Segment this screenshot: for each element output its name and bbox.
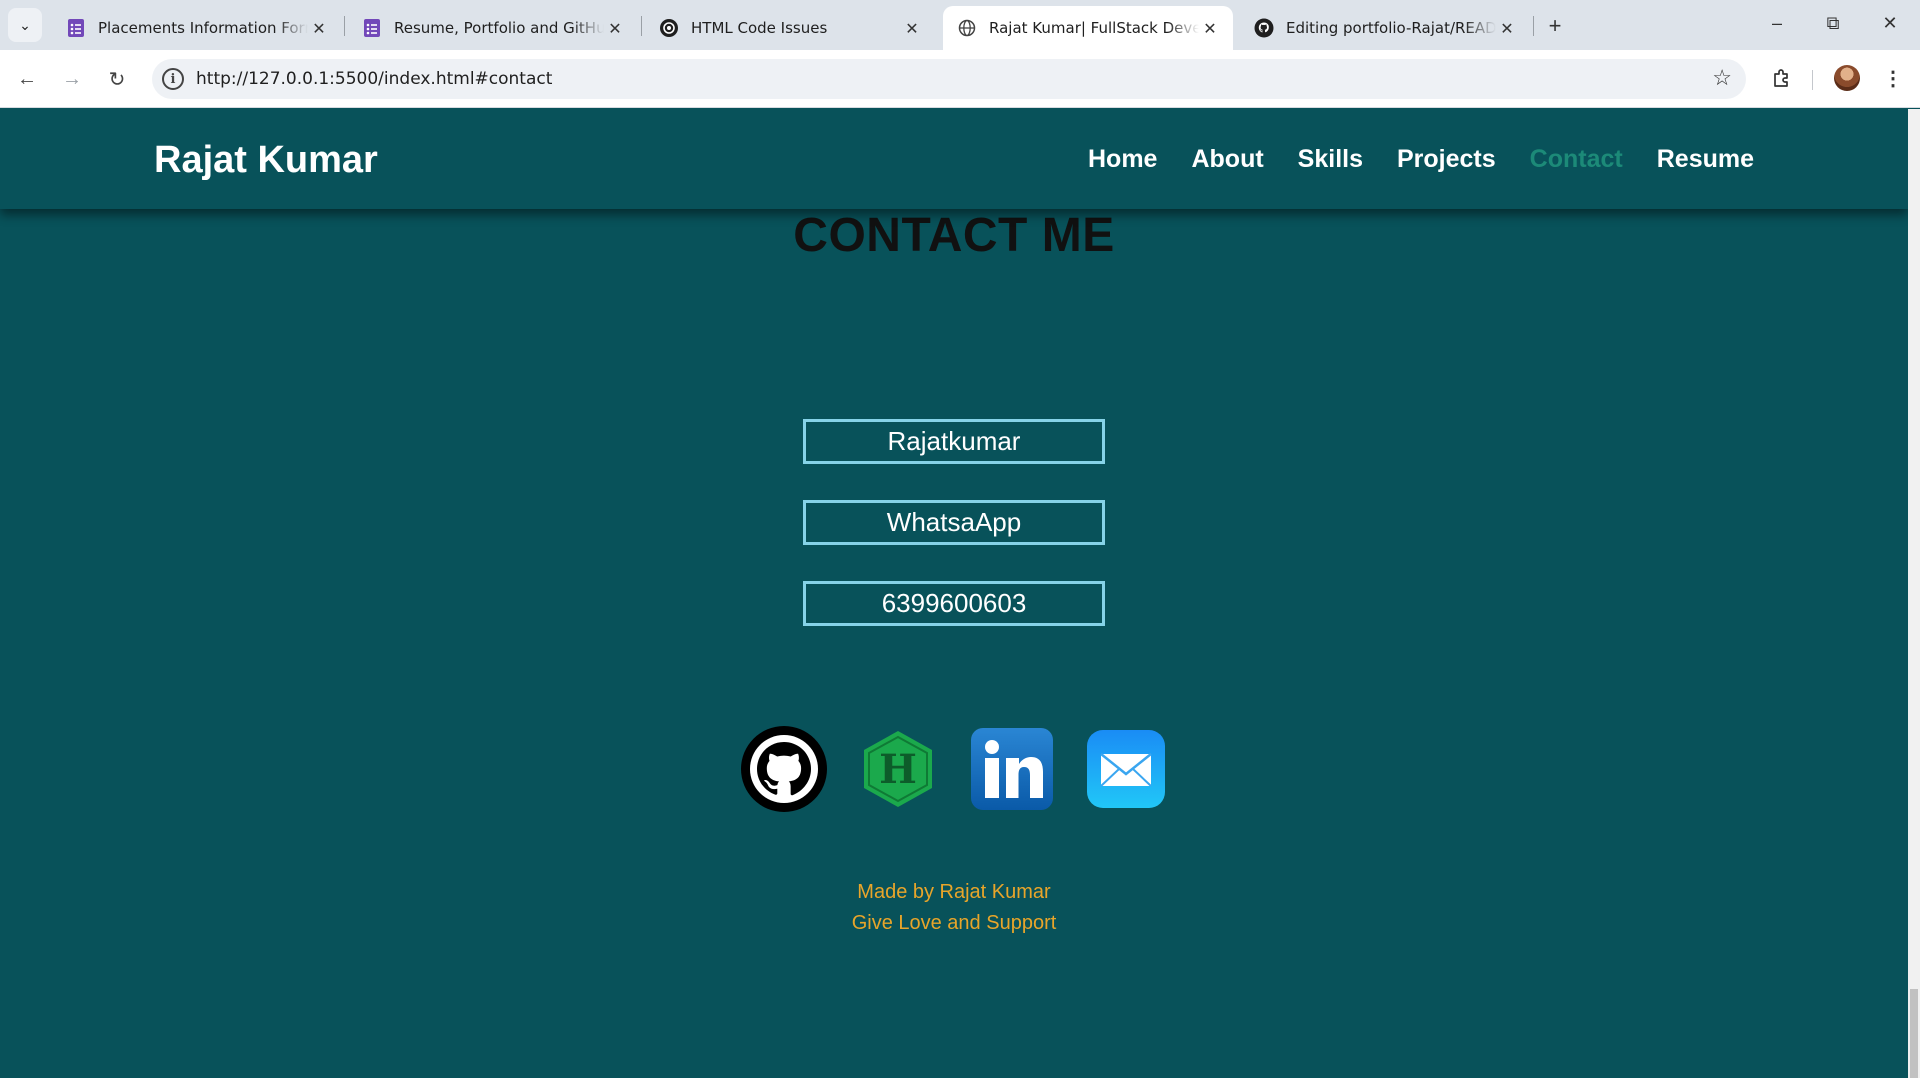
tab-html-code-issues[interactable]: HTML Code Issues ✕: [645, 6, 935, 50]
footer-tagline: Give Love and Support: [851, 912, 1057, 934]
nav-home[interactable]: Home: [1088, 145, 1157, 174]
tab-search-button[interactable]: ⌄: [8, 8, 42, 42]
reload-icon: ↻: [108, 68, 126, 91]
nav-contact[interactable]: Contact: [1530, 145, 1623, 174]
back-button[interactable]: ←: [10, 62, 44, 96]
chevron-down-icon: ⌄: [19, 16, 31, 33]
tab-title: Editing portfolio-Rajat/README.md: [1286, 19, 1496, 37]
tab-title: Resume, Portfolio and GitHub: [394, 19, 604, 37]
arrow-left-icon: ←: [17, 67, 37, 90]
site-info-icon[interactable]: i: [162, 68, 184, 90]
github-icon: [1254, 18, 1274, 38]
globe-icon: [957, 18, 977, 38]
tab-title: Rajat Kumar| FullStack Developer: [989, 19, 1199, 37]
contact-whatsapp-box[interactable]: WhatsaApp: [803, 500, 1105, 545]
minimize-button[interactable]: –: [1762, 8, 1792, 38]
social-links: H: [740, 725, 1170, 813]
mail-icon[interactable]: [1082, 725, 1170, 813]
github-icon[interactable]: [740, 725, 828, 813]
footer-credit: Made by Rajat Kumar: [857, 881, 1051, 903]
arrow-right-icon: →: [62, 67, 82, 90]
footer: Made by Rajat Kumar Give Love and Suppor…: [0, 877, 1908, 939]
google-forms-icon: [66, 18, 86, 38]
more-menu-icon[interactable]: ⋮: [1880, 63, 1906, 93]
contact-fields: Rajatkumar WhatsaApp 6399600603: [803, 419, 1105, 662]
site-header: Rajat Kumar Home About Skills Projects C…: [0, 109, 1908, 209]
tab-separator: [641, 16, 642, 36]
tab-placements-form[interactable]: Placements Information Form - ✕: [52, 6, 342, 50]
tab-portfolio-active[interactable]: Rajat Kumar| FullStack Developer ✕: [943, 6, 1233, 50]
hackerrank-icon[interactable]: H: [854, 725, 942, 813]
close-icon[interactable]: ✕: [901, 17, 923, 39]
chatgpt-icon: [659, 18, 679, 38]
nav-about[interactable]: About: [1191, 145, 1263, 174]
tab-title: HTML Code Issues: [691, 19, 828, 37]
url-text[interactable]: http://127.0.0.1:5500/index.html#contact: [196, 69, 552, 89]
tab-title: Placements Information Form -: [98, 19, 308, 37]
close-icon[interactable]: ✕: [604, 17, 626, 39]
nav-projects[interactable]: Projects: [1397, 145, 1496, 174]
close-icon: ✕: [1882, 12, 1898, 33]
brand-logo-text[interactable]: Rajat Kumar: [154, 139, 378, 182]
section-title: CONTACT ME: [793, 209, 1115, 262]
new-tab-button[interactable]: +: [1541, 12, 1569, 40]
extensions-puzzle-icon[interactable]: [1767, 63, 1797, 93]
minimize-icon: –: [1771, 12, 1782, 33]
close-icon[interactable]: ✕: [308, 17, 330, 39]
close-window-button[interactable]: ✕: [1875, 8, 1905, 38]
svg-text:H: H: [879, 746, 917, 793]
tab-separator: [344, 16, 345, 36]
contact-phone-box[interactable]: 6399600603: [803, 581, 1105, 626]
tab-resume-portfolio[interactable]: Resume, Portfolio and GitHub ✕: [348, 6, 638, 50]
linkedin-icon[interactable]: [968, 725, 1056, 813]
browser-toolbar: ← → ↻ i http://127.0.0.1:5500/index.html…: [0, 50, 1920, 108]
address-bar[interactable]: i http://127.0.0.1:5500/index.html#conta…: [152, 59, 1746, 99]
close-icon[interactable]: ✕: [1199, 17, 1221, 39]
google-forms-icon: [362, 18, 382, 38]
toolbar-separator: [1812, 70, 1813, 90]
page-scrollbar[interactable]: [1908, 109, 1920, 1078]
tab-separator: [1533, 16, 1534, 36]
nav-skills[interactable]: Skills: [1298, 145, 1363, 174]
profile-avatar[interactable]: [1834, 65, 1860, 91]
main-nav: Home About Skills Projects Contact Resum…: [1088, 145, 1754, 174]
forward-button[interactable]: →: [55, 62, 89, 96]
close-icon[interactable]: ✕: [1496, 17, 1518, 39]
bookmark-star-icon[interactable]: ☆: [1712, 65, 1732, 91]
tab-github-readme[interactable]: Editing portfolio-Rajat/README.md ✕: [1240, 6, 1530, 50]
contact-name-box[interactable]: Rajatkumar: [803, 419, 1105, 464]
restore-icon: ⧉: [1826, 12, 1840, 33]
plus-icon: +: [1548, 13, 1562, 38]
scrollbar-thumb[interactable]: [1910, 989, 1918, 1078]
restore-button[interactable]: ⧉: [1818, 8, 1848, 38]
page-viewport: Rajat Kumar Home About Skills Projects C…: [0, 109, 1908, 1078]
reload-button[interactable]: ↻: [100, 62, 134, 96]
nav-resume[interactable]: Resume: [1657, 145, 1754, 174]
tab-strip: ⌄ Placements Information Form - ✕ Resume…: [0, 0, 1920, 50]
